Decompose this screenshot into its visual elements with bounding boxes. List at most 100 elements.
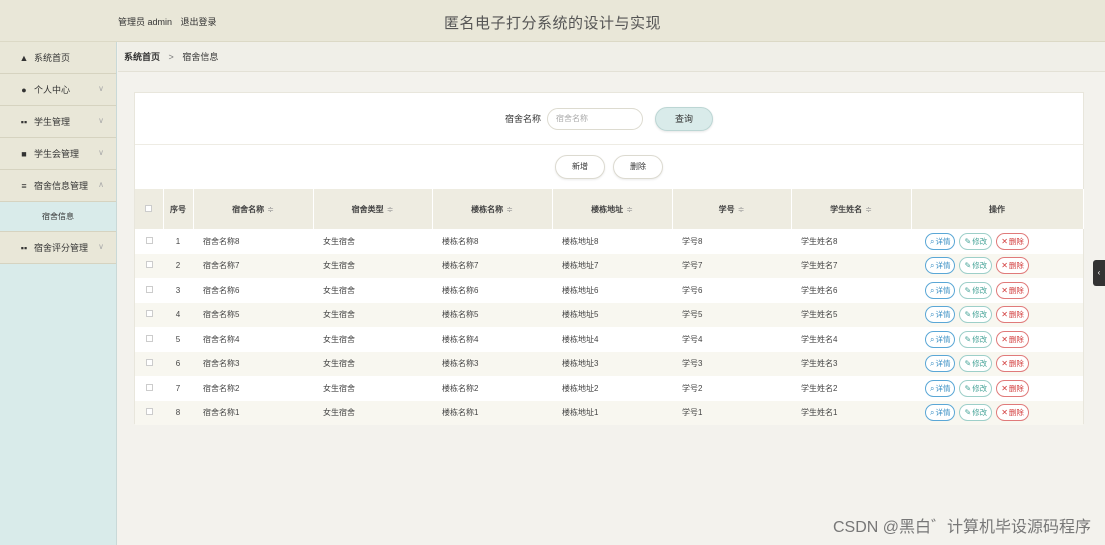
edit-button[interactable]: ✎修改 bbox=[959, 306, 993, 324]
delete-row-button[interactable]: ✕删除 bbox=[996, 257, 1029, 275]
cell-student-name: 学生姓名3 bbox=[801, 359, 838, 369]
user-icon: ● bbox=[21, 84, 27, 95]
main-content: 系统首页 > 宿舍信息 宿舍名称 宿舍名称 查询 新增 删除 序号 宿舍名称≑ bbox=[118, 42, 1105, 545]
table-row: 2 宿舍名称7 女生宿舍 楼栋名称7 楼栋地址7 学号7 学生姓名7 ⌕详情 ✎修改 ✕删除 bbox=[135, 253, 1083, 279]
detail-button[interactable]: ⌕详情 bbox=[925, 404, 956, 422]
pencil-icon: ✎ bbox=[964, 285, 972, 295]
sort-icon[interactable]: ≑ bbox=[267, 205, 274, 214]
edit-button[interactable]: ✎修改 bbox=[959, 379, 993, 397]
cell-ops: ⌕详情 ✎修改 ✕删除 bbox=[911, 303, 1083, 328]
page-title: 匿名电子打分系统的设计与实现 bbox=[443, 15, 661, 32]
sidebar-subitem-dorm-info[interactable]: 宿舍信息 bbox=[0, 202, 116, 232]
detail-button[interactable]: ⌕详情 bbox=[925, 379, 956, 397]
delete-row-button[interactable]: ✕删除 bbox=[996, 232, 1029, 250]
sort-icon[interactable]: ≑ bbox=[626, 205, 633, 214]
close-icon: ✕ bbox=[1001, 236, 1008, 246]
col-header-building-name[interactable]: 楼栋名称 ≑ bbox=[432, 189, 553, 229]
cell-name: 宿舍名称4 bbox=[203, 334, 240, 344]
cell-name: 宿舍名称7 bbox=[203, 261, 240, 271]
cell-student-name: 学生姓名5 bbox=[801, 310, 838, 320]
cell-no: 1 bbox=[175, 236, 181, 246]
cell-no: 7 bbox=[175, 383, 181, 393]
row-checkbox[interactable] bbox=[135, 278, 163, 303]
sidebar-item-dorm-info-mgmt[interactable]: ≡ 宿舍信息管理 ∧ bbox=[0, 170, 116, 202]
add-button[interactable]: 新增 bbox=[555, 155, 605, 179]
detail-button[interactable]: ⌕详情 bbox=[925, 306, 956, 324]
cell-ops: ⌕详情 ✎修改 ✕删除 bbox=[911, 352, 1083, 377]
delete-row-button[interactable]: ✕删除 bbox=[996, 355, 1029, 373]
collapse-handle[interactable]: ‹ bbox=[1093, 260, 1105, 286]
cell-ops: ⌕详情 ✎修改 ✕删除 bbox=[911, 401, 1083, 426]
col-header-student-name[interactable]: 学生姓名 ≑ bbox=[791, 189, 912, 229]
sort-icon[interactable]: ≑ bbox=[738, 205, 745, 214]
detail-button[interactable]: ⌕详情 bbox=[925, 257, 956, 275]
table-row: 6 宿舍名称3 女生宿舍 楼栋名称3 楼栋地址3 学号3 学生姓名3 ⌕详情 ✎修改 ✕删除 bbox=[135, 351, 1083, 377]
detail-button[interactable]: ⌕详情 bbox=[925, 281, 956, 299]
breadcrumb-home[interactable]: 系统首页 bbox=[124, 52, 160, 62]
row-checkbox[interactable] bbox=[135, 352, 163, 377]
cell-no: 5 bbox=[175, 334, 181, 344]
sidebar-item-personal[interactable]: ● 个人中心 ∨ bbox=[0, 74, 116, 106]
edit-button[interactable]: ✎修改 bbox=[959, 404, 993, 422]
cell-building-addr: 楼栋地址8 bbox=[562, 236, 599, 246]
sidebar-item-union[interactable]: ■ 学生会管理 ∨ bbox=[0, 138, 116, 170]
chevron-up-icon: ∧ bbox=[98, 180, 104, 189]
cell-building-addr: 楼栋地址2 bbox=[562, 383, 599, 393]
sidebar-item-dorm-score-mgmt[interactable]: ▪▪ 宿舍评分管理 ∨ bbox=[0, 232, 116, 264]
edit-button[interactable]: ✎修改 bbox=[959, 281, 993, 299]
cell-student-name: 学生姓名8 bbox=[801, 236, 838, 246]
col-header-type[interactable]: 宿舍类型 ≑ bbox=[313, 189, 433, 229]
edit-button[interactable]: ✎修改 bbox=[959, 257, 993, 275]
delete-row-button[interactable]: ✕删除 bbox=[996, 281, 1029, 299]
sort-icon[interactable]: ≑ bbox=[387, 205, 394, 214]
detail-button[interactable]: ⌕详情 bbox=[925, 330, 956, 348]
cell-building-name: 楼栋名称4 bbox=[442, 334, 479, 344]
sort-icon[interactable]: ≑ bbox=[506, 205, 513, 214]
table-body: 1 宿舍名称8 女生宿舍 楼栋名称8 楼栋地址8 学号8 学生姓名8 ⌕详情 ✎修改 ✕删除 2 宿舍… bbox=[135, 229, 1083, 425]
cell-student-name: 学生姓名7 bbox=[801, 261, 838, 271]
row-checkbox[interactable] bbox=[135, 327, 163, 352]
col-header-student-no[interactable]: 学号 ≑ bbox=[672, 189, 792, 229]
col-header-building-addr[interactable]: 楼栋地址 ≑ bbox=[552, 189, 673, 229]
cell-building-name: 楼栋名称1 bbox=[442, 408, 479, 418]
row-checkbox[interactable] bbox=[135, 229, 163, 254]
cell-student-no: 学号1 bbox=[682, 408, 703, 418]
edit-button[interactable]: ✎修改 bbox=[959, 355, 993, 373]
col-header-name[interactable]: 宿舍名称 ≑ bbox=[193, 189, 314, 229]
delete-button[interactable]: 删除 bbox=[613, 155, 663, 179]
search-input[interactable]: 宿舍名称 bbox=[547, 107, 643, 130]
edit-button[interactable]: ✎修改 bbox=[959, 330, 993, 348]
edit-button[interactable]: ✎修改 bbox=[959, 232, 993, 250]
query-button[interactable]: 查询 bbox=[655, 106, 713, 131]
detail-button[interactable]: ⌕详情 bbox=[925, 355, 956, 373]
delete-row-button[interactable]: ✕删除 bbox=[996, 404, 1029, 422]
row-checkbox[interactable] bbox=[135, 401, 163, 426]
delete-row-button[interactable]: ✕删除 bbox=[996, 306, 1029, 324]
breadcrumb-separator: > bbox=[168, 52, 174, 62]
cell-building-addr: 楼栋地址7 bbox=[562, 261, 599, 271]
cell-ops: ⌕详情 ✎修改 ✕删除 bbox=[911, 376, 1083, 401]
row-checkbox[interactable] bbox=[135, 376, 163, 401]
select-all-checkbox[interactable] bbox=[135, 189, 164, 229]
table-row: 7 宿舍名称2 女生宿舍 楼栋名称2 楼栋地址2 学号2 学生姓名2 ⌕详情 ✎修改 ✕删除 bbox=[135, 376, 1083, 401]
search-icon: ⌕ bbox=[930, 261, 935, 271]
chevron-down-icon: ∨ bbox=[98, 242, 104, 251]
sort-icon[interactable]: ≑ bbox=[865, 205, 872, 214]
cell-name: 宿舍名称5 bbox=[203, 310, 240, 320]
detail-button[interactable]: ⌕详情 bbox=[925, 232, 956, 250]
table-row: 4 宿舍名称5 女生宿舍 楼栋名称5 楼栋地址5 学号5 学生姓名5 ⌕详情 ✎修改 ✕删除 bbox=[135, 302, 1083, 328]
cell-building-name: 楼栋名称2 bbox=[442, 383, 479, 393]
sidebar-item-home[interactable]: ▲ 系统首页 bbox=[0, 42, 116, 74]
row-checkbox[interactable] bbox=[135, 303, 163, 328]
sidebar-item-students[interactable]: ▪▪ 学生管理 ∨ bbox=[0, 106, 116, 138]
delete-row-button[interactable]: ✕删除 bbox=[996, 330, 1029, 348]
row-checkbox[interactable] bbox=[135, 254, 163, 279]
close-icon: ✕ bbox=[1001, 408, 1008, 418]
cell-no: 2 bbox=[175, 261, 181, 271]
cell-student-no: 学号4 bbox=[682, 334, 703, 344]
delete-row-button[interactable]: ✕删除 bbox=[996, 379, 1029, 397]
cell-building-name: 楼栋名称7 bbox=[442, 261, 479, 271]
search-icon: ⌕ bbox=[930, 236, 935, 246]
file-icon: ■ bbox=[21, 148, 27, 159]
cell-type: 女生宿舍 bbox=[323, 310, 355, 320]
